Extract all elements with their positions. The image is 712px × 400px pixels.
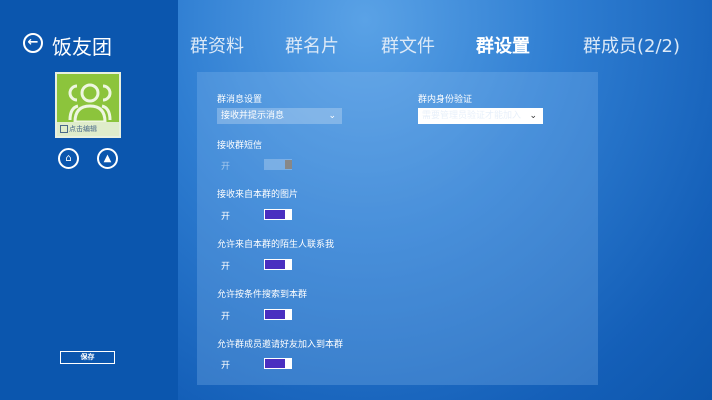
sms-toggle[interactable] <box>264 159 292 170</box>
home-icon[interactable]: ⌂ <box>58 148 79 169</box>
tab-group-files[interactable]: 群文件 <box>381 32 435 58</box>
tab-group-card[interactable]: 群名片 <box>285 32 339 58</box>
member-invite-toggle[interactable] <box>264 358 292 369</box>
searchable-toggle[interactable] <box>264 309 292 320</box>
stranger-contact-toggle[interactable] <box>264 259 292 270</box>
group-people-icon <box>68 83 112 124</box>
save-button[interactable]: 保存 <box>60 351 115 364</box>
toggle-state: 开 <box>221 212 231 222</box>
toggle-state: 开 <box>221 361 231 371</box>
edit-icon <box>60 125 68 133</box>
picture-icon[interactable]: ▲ <box>97 148 118 169</box>
toggle-label: 接收群短信 <box>217 141 263 151</box>
back-arrow-icon[interactable]: ← <box>23 33 43 53</box>
toggle-state: 开 <box>221 162 231 172</box>
chevron-down-icon: ⌄ <box>328 111 336 121</box>
group-avatar[interactable]: 点击编辑 <box>55 72 121 138</box>
verify-label: 群内身份验证 <box>418 95 473 105</box>
toggle-label: 允许按条件搜索到本群 <box>217 290 308 300</box>
tab-group-members[interactable]: 群成员(2/2) <box>583 32 680 58</box>
images-toggle[interactable] <box>264 209 292 220</box>
message-setting-label: 群消息设置 <box>217 95 263 105</box>
sidebar: ← 饭友团 点击编辑 ⌂ ▲ 保存 <box>0 0 178 400</box>
toggle-state: 开 <box>221 312 231 322</box>
tab-group-info[interactable]: 群资料 <box>190 32 244 58</box>
chevron-down-icon: ⌄ <box>529 111 537 121</box>
tab-group-settings[interactable]: 群设置 <box>476 32 530 58</box>
toggle-label: 允许群成员邀请好友加入到本群 <box>217 340 344 350</box>
message-setting-dropdown[interactable]: 接收并提示消息 ⌄ <box>217 108 342 124</box>
verify-dropdown[interactable]: 需要管理员验证才能加入 ⌄ <box>418 108 543 124</box>
toggle-label: 允许来自本群的陌生人联系我 <box>217 240 335 250</box>
toggle-label: 接收来自本群的图片 <box>217 190 299 200</box>
avatar-edit-button[interactable]: 点击编辑 <box>57 122 119 136</box>
toggle-state: 开 <box>221 262 231 272</box>
group-title: 饭友团 <box>52 35 112 59</box>
